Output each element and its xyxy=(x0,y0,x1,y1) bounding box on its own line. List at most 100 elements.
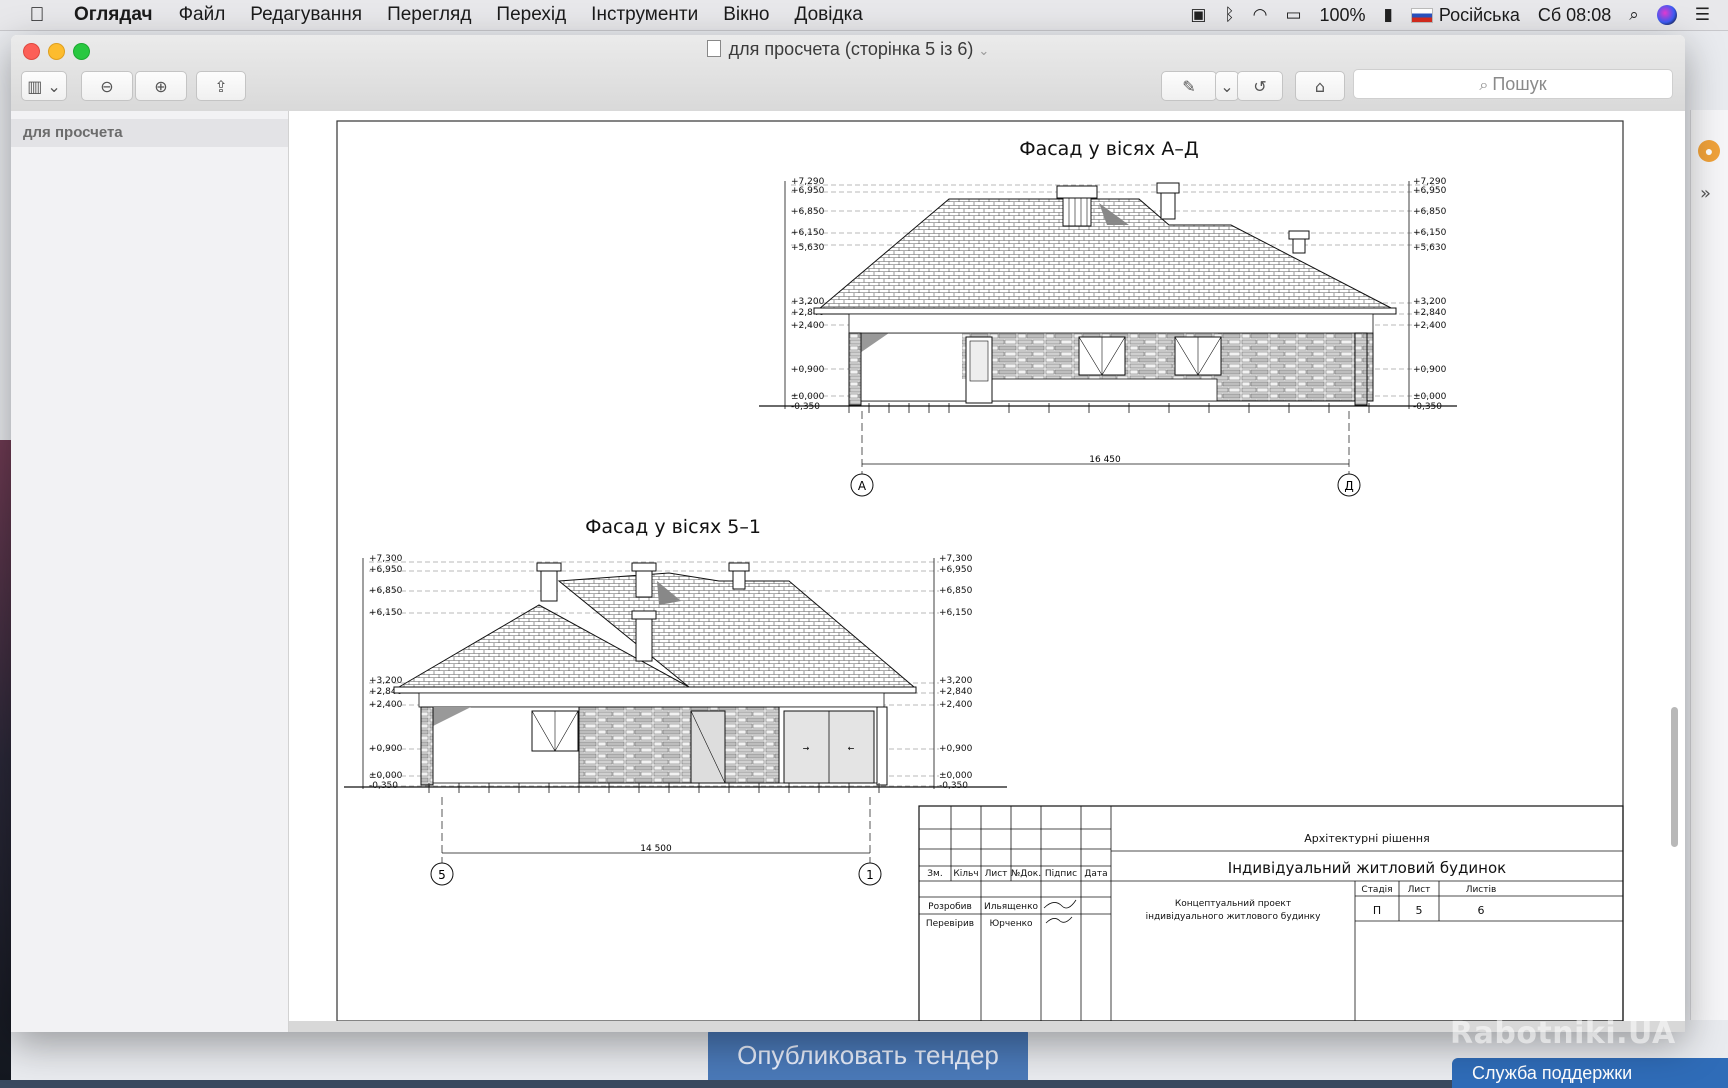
pen-icon: ✎ xyxy=(1182,76,1196,96)
window-title[interactable]: для просчета (сторінка 5 із 6) ⌄ xyxy=(11,39,1685,60)
facade-top-title: Фасад у вісях А–Д xyxy=(1019,138,1199,160)
level-mark: +6,150 xyxy=(1413,228,1447,238)
checked-name: Юрченко xyxy=(989,919,1033,929)
level-mark: +5,630 xyxy=(1413,243,1447,253)
toolbox-icon: ⌂ xyxy=(1314,76,1326,96)
stage-value: П xyxy=(1373,904,1381,917)
level-mark: +3,200 xyxy=(791,297,825,307)
sidebar-item-document[interactable]: для просчета xyxy=(11,119,288,147)
support-button[interactable]: Служба поддержки xyxy=(1452,1058,1728,1088)
bottom-dimension-label: 14 500 xyxy=(640,844,672,854)
preview-window: для просчета (сторінка 5 із 6) ⌄ ▥ ⌄ ⊖ ⊕… xyxy=(11,35,1685,1032)
markup-button[interactable]: ✎ xyxy=(1161,71,1217,101)
zoom-in-button[interactable]: ⊕ xyxy=(135,71,187,101)
checked-label: Перевірив xyxy=(926,919,974,929)
top-facade-building xyxy=(759,182,1457,413)
level-mark: +7,300 xyxy=(939,554,973,564)
menu-file[interactable]: Файл xyxy=(179,4,226,26)
search-placeholder: Пошук xyxy=(1492,74,1547,94)
zoom-out-button[interactable]: ⊖ xyxy=(81,71,133,101)
menu-help[interactable]: Довідка xyxy=(795,4,863,26)
level-mark: +6,950 xyxy=(1413,186,1447,196)
sheet-label: Лист xyxy=(1408,885,1431,895)
level-mark: +2,840 xyxy=(1413,308,1447,318)
level-mark: +2,840 xyxy=(939,687,973,697)
level-mark: -0,350 xyxy=(791,402,820,412)
search-input[interactable]: ⌕ Пошук xyxy=(1353,69,1673,99)
level-mark: +6,950 xyxy=(939,565,973,575)
apple-icon[interactable]:  xyxy=(0,4,74,27)
signature-icon xyxy=(1043,899,1077,924)
search-icon: ⌕ xyxy=(1479,75,1489,94)
level-mark: +6,850 xyxy=(1413,207,1447,217)
level-mark: ±0,000 xyxy=(939,771,973,781)
bluetooth-icon[interactable]: ᛒ xyxy=(1224,5,1234,25)
markup-menu-button[interactable]: ⌄ xyxy=(1215,71,1239,101)
level-mark: ±0,000 xyxy=(1413,392,1447,402)
extension-icon[interactable]: ● xyxy=(1698,140,1720,162)
developed-name: Ильященко xyxy=(984,902,1039,912)
publish-tender-button[interactable]: Опубликовать тендер xyxy=(708,1030,1028,1080)
top-dimension: 16 450 А Д xyxy=(850,411,1361,497)
battery-icon[interactable]: ▮ xyxy=(1384,5,1393,25)
menu-app-name[interactable]: Оглядач xyxy=(74,4,153,26)
bottom-facade-building: → ← xyxy=(344,562,1007,793)
header-sheet: Лист xyxy=(985,869,1008,879)
axis-label-d: Д xyxy=(1344,479,1353,493)
sheet-value: 5 xyxy=(1416,904,1423,917)
toolbox-button[interactable]: ⌂ xyxy=(1295,71,1345,101)
siri-icon[interactable] xyxy=(1656,5,1677,25)
battery-percent[interactable]: 100% xyxy=(1320,5,1366,26)
rotate-button[interactable]: ↺ xyxy=(1237,71,1283,101)
header-kilch: Кільч xyxy=(953,869,978,879)
menu-edit[interactable]: Редагування xyxy=(250,4,362,26)
section-title: Архітектурні рішення xyxy=(1304,832,1429,845)
share-icon: ⇪ xyxy=(214,76,228,96)
status-area: ▣ ᛒ ◠ ▭ 100% ▮ Російська Сб 08:08 ⌕ ☰ xyxy=(1190,0,1728,30)
sidebar-icon: ▥ ⌄ xyxy=(27,76,61,96)
chevron-down-icon[interactable]: ⌄ xyxy=(978,43,989,58)
bottom-right-level-marks: +7,300 +6,950 +6,850 +6,150 +3,200 +2,84… xyxy=(933,554,973,791)
zoom-in-icon: ⊕ xyxy=(154,76,168,96)
share-button[interactable]: ⇪ xyxy=(196,71,246,101)
level-mark: +6,150 xyxy=(369,608,403,618)
level-mark: +2,400 xyxy=(791,321,825,331)
wifi-icon[interactable]: ◠ xyxy=(1253,5,1268,25)
menu-window[interactable]: Вікно xyxy=(723,4,769,26)
level-mark: -0,350 xyxy=(1413,402,1442,412)
document-icon xyxy=(706,40,721,57)
airplay-icon[interactable]: ▭ xyxy=(1285,5,1301,25)
level-mark: -0,350 xyxy=(939,781,968,791)
vertical-scrollbar[interactable] xyxy=(1671,707,1678,847)
chevron-down-icon: ⌄ xyxy=(1220,76,1234,96)
skype-icon[interactable]: ▣ xyxy=(1190,5,1206,25)
top-left-level-marks: +7,290 +6,950 +6,850 +6,150 +5,630 +3,20… xyxy=(784,177,825,412)
top-dimension-label: 16 450 xyxy=(1089,455,1121,465)
zoom-out-icon: ⊖ xyxy=(100,76,114,96)
title-block-text: Зм. Кільч Лист №Док. Підпис Дата Розроби… xyxy=(926,832,1506,929)
sheets-value: 6 xyxy=(1478,904,1485,917)
input-source[interactable]: Російська xyxy=(1410,5,1520,26)
header-zm: Зм. xyxy=(927,869,942,879)
project-line2: індивідуального житлового будинку xyxy=(1146,912,1322,922)
menu-view[interactable]: Перегляд xyxy=(387,4,471,26)
spotlight-search-icon[interactable]: ⌕ xyxy=(1629,5,1639,25)
sidebar-toggle-button[interactable]: ▥ ⌄ xyxy=(21,71,67,101)
header-date: Дата xyxy=(1084,869,1107,879)
window-title-text: для просчета (сторінка 5 із 6) xyxy=(728,39,974,59)
stage-label: Стадія xyxy=(1361,885,1392,895)
level-mark: ±0,000 xyxy=(369,771,403,781)
menu-go[interactable]: Перехід xyxy=(496,4,566,26)
level-mark: +2,400 xyxy=(1413,321,1447,331)
level-mark: ±0,000 xyxy=(791,392,825,402)
menu-tools[interactable]: Інструменти xyxy=(591,4,698,26)
door-arrow-icon: ← xyxy=(848,744,855,753)
chevron-right-icon[interactable]: » xyxy=(1700,183,1711,204)
document-viewer[interactable]: Фасад у вісях А–Д +7,290 +6,950 +6,850 +… xyxy=(289,111,1685,1032)
facade-bottom-title: Фасад у вісях 5–1 xyxy=(585,516,761,538)
menu-bar:  Оглядач Файл Редагування Перегляд Пере… xyxy=(0,0,1728,31)
rotate-icon: ↺ xyxy=(1253,76,1267,96)
sidebar: для просчета xyxy=(11,111,289,1032)
notification-center-icon[interactable]: ☰ xyxy=(1695,5,1710,25)
clock[interactable]: Сб 08:08 xyxy=(1538,5,1611,26)
